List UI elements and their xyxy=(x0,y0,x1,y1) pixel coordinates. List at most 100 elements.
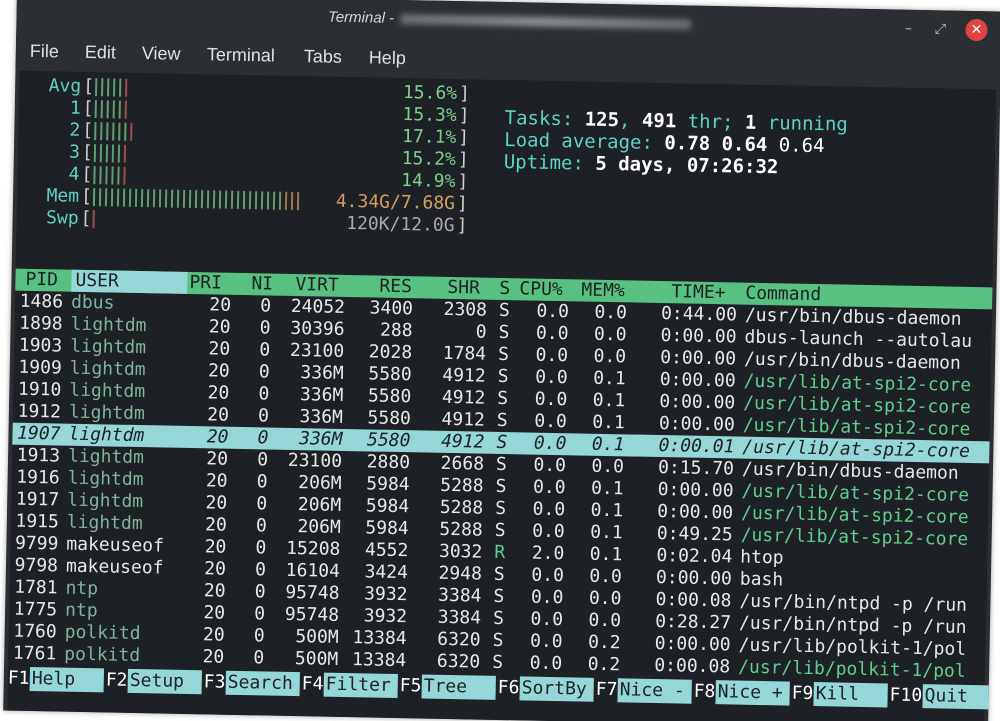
meter-value: 15.3% xyxy=(402,104,457,127)
column-pid[interactable]: PID xyxy=(25,269,58,292)
fkey-f9[interactable]: F9 xyxy=(791,682,813,706)
cell-pid: 1760 xyxy=(13,620,57,643)
cell-mem: 0.1 xyxy=(592,367,626,390)
column-res[interactable]: RES xyxy=(379,276,412,299)
fkey-f5[interactable]: F5 xyxy=(400,674,422,698)
meter-tick xyxy=(123,166,126,185)
fkey-f8[interactable]: F8 xyxy=(693,680,715,704)
cell-state: S xyxy=(493,585,505,608)
cell-user: lightdm xyxy=(70,313,147,337)
meter-tick xyxy=(170,189,174,208)
meter-tick xyxy=(112,100,115,119)
fkey-f3[interactable]: F3 xyxy=(204,670,226,694)
fkey-label-sortby[interactable]: SortBy xyxy=(519,676,594,702)
cell-virt: 30396 xyxy=(290,317,345,340)
cell-virt: 23100 xyxy=(287,449,343,472)
menu-edit[interactable]: Edit xyxy=(85,42,116,64)
screenshot-stage: Terminal - – ⤢ ✕ File Edit View Terminal… xyxy=(0,0,1000,721)
meter-label: 2 xyxy=(69,119,81,141)
column-command[interactable]: Command xyxy=(745,283,821,306)
cell-cpu: 0.0 xyxy=(536,300,570,323)
cell-ni: 0 xyxy=(257,427,269,449)
cell-state: S xyxy=(498,321,510,344)
meter-tick xyxy=(272,191,276,210)
cell-pri: 20 xyxy=(207,382,230,404)
meter-open-bracket: [ xyxy=(81,141,93,164)
meter-open-bracket: [ xyxy=(81,163,93,186)
cell-res: 5984 xyxy=(365,517,409,540)
column-time[interactable]: TIME+ xyxy=(671,281,726,304)
cell-pri: 20 xyxy=(205,470,228,492)
terminal-content[interactable]: Avg[15.6%] 1[15.3%] 2[17.1%] 3[15.2%] 4[14.9… xyxy=(7,70,1000,721)
fkey-f6[interactable]: F6 xyxy=(497,676,520,700)
fkey-f4[interactable]: F4 xyxy=(302,672,324,696)
cell-state: S xyxy=(494,519,506,542)
cell-pri: 20 xyxy=(207,360,230,382)
fkey-label-filter[interactable]: Filter xyxy=(323,672,398,699)
meter-tick xyxy=(94,122,97,141)
cell-pri: 20 xyxy=(204,536,227,558)
cell-pid: 1907 xyxy=(16,422,61,445)
meter-tick xyxy=(140,189,144,208)
column-shr[interactable]: SHR xyxy=(447,277,480,300)
cell-pri: 20 xyxy=(205,492,228,514)
fkey-f10[interactable]: F10 xyxy=(889,683,922,708)
fkey-f7[interactable]: F7 xyxy=(595,678,618,702)
meter-tick xyxy=(98,188,102,207)
fkey-label-setup[interactable]: Setup xyxy=(127,668,203,695)
fkey-label-nice[interactable]: Nice + xyxy=(715,680,790,706)
cell-pid: 1910 xyxy=(17,378,62,401)
cell-mem: 0.1 xyxy=(590,521,623,544)
meter-tick xyxy=(254,191,258,210)
meter-tick xyxy=(118,122,121,141)
menu-view[interactable]: View xyxy=(142,43,181,65)
fkey-label-kill[interactable]: Kill xyxy=(813,682,888,708)
fkey-f2[interactable]: F2 xyxy=(106,668,128,692)
meter-tick xyxy=(111,144,115,163)
meter-bar xyxy=(94,120,133,143)
cell-ni: 0 xyxy=(257,449,269,471)
meter-bar xyxy=(95,76,128,99)
cell-mem: 0.0 xyxy=(588,609,622,632)
menu-terminal[interactable]: Terminal xyxy=(207,44,275,66)
cell-state: S xyxy=(496,431,508,454)
meter-tick xyxy=(182,189,186,208)
cell-mem: 0.2 xyxy=(587,653,621,676)
cell-virt: 16104 xyxy=(285,559,341,582)
cell-pri: 20 xyxy=(204,514,227,536)
fkey-f1[interactable]: F1 xyxy=(8,667,30,691)
cell-cpu: 0.0 xyxy=(530,608,564,631)
menu-file[interactable]: File xyxy=(30,41,59,63)
column-user[interactable]: USER xyxy=(71,269,188,294)
meter-tick xyxy=(111,166,114,185)
column-mem[interactable]: MEM% xyxy=(581,280,625,303)
cell-state: S xyxy=(492,651,504,674)
meter-tick xyxy=(158,189,162,208)
cell-shr: 2948 xyxy=(438,562,483,585)
column-pri[interactable]: PRI xyxy=(189,272,222,295)
column-virt[interactable]: VIRT xyxy=(295,274,339,297)
cell-user: lightdm xyxy=(67,445,145,469)
fkey-label-help[interactable]: Help xyxy=(29,666,105,693)
meter-tick xyxy=(230,190,234,209)
cell-user: lightdm xyxy=(68,423,145,447)
fkey-label-quit[interactable]: Quit xyxy=(922,684,1000,711)
cell-cpu: 0.0 xyxy=(532,520,565,543)
cell-cpu: 0.0 xyxy=(532,476,566,499)
cell-mem: 0.1 xyxy=(592,411,626,434)
meter-tick xyxy=(176,189,180,208)
cell-virt: 24052 xyxy=(290,295,346,318)
cell-virt: 206M xyxy=(297,494,342,516)
fkey-label-tree[interactable]: Tree xyxy=(421,674,496,700)
column-ni[interactable]: NI xyxy=(251,273,273,295)
meter-open-bracket: [ xyxy=(80,185,93,208)
cell-pid: 1775 xyxy=(13,598,58,621)
column-state[interactable]: S xyxy=(499,278,510,300)
cell-state: S xyxy=(494,497,507,520)
meter-tick xyxy=(242,190,246,210)
menu-tabs[interactable]: Tabs xyxy=(304,46,342,68)
fkey-label-search[interactable]: Search xyxy=(225,670,300,697)
menu-help[interactable]: Help xyxy=(369,47,406,69)
fkey-label-nice[interactable]: Nice - xyxy=(617,678,692,704)
column-cpu[interactable]: CPU% xyxy=(519,278,563,301)
